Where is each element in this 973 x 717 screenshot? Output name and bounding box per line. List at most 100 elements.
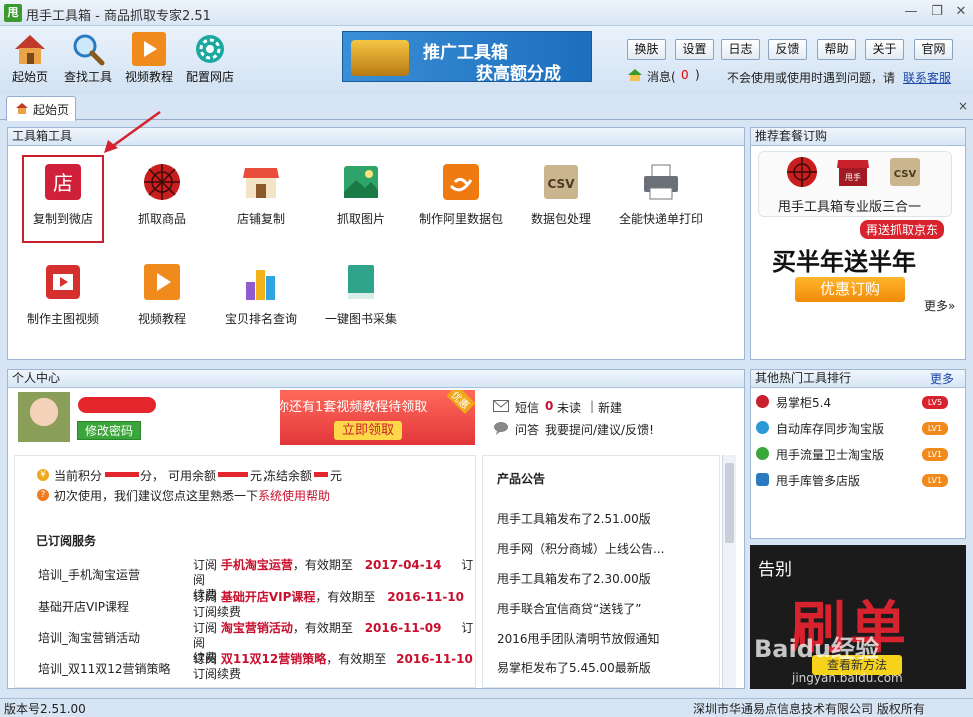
personal-panel-title: 个人中心 — [8, 370, 744, 388]
video-icon — [46, 265, 80, 299]
brush-order-ad[interactable]: 告别 刷单 查看新方法 Baidu经验 jingyan.baidu.com — [750, 545, 966, 689]
copyright-label: 深圳市华通易点信息技术有限公司 版权所有 — [693, 702, 925, 716]
free-tutorial-banner[interactable]: 你还有1套视频教程待领取 优惠 立即领取 — [280, 390, 475, 445]
warehouse-icon — [756, 473, 769, 486]
mail-icon — [493, 400, 509, 412]
toolbar-config-shop-button[interactable]: 配置网店 — [180, 30, 240, 90]
ask-question-link[interactable]: 我要提问/建议/反馈! — [545, 421, 654, 438]
hot-item-label[interactable]: 甩手库管多店版 — [776, 472, 860, 489]
subscribe-renew-link[interactable]: 订阅续费 — [193, 667, 241, 681]
help-button[interactable]: 帮助 — [817, 39, 856, 60]
toolbar-video-button[interactable]: 视频教程 — [119, 30, 179, 90]
service-name: 培训_双11双12营销策略 — [38, 662, 171, 676]
discount-order-button[interactable]: 优惠订购 — [795, 277, 905, 302]
easy-shop-icon — [756, 395, 769, 408]
qa-label[interactable]: 问答 — [515, 421, 539, 438]
banner-text: 你还有1套视频教程待领取 — [280, 400, 428, 415]
skin-button[interactable]: 换肤 — [627, 39, 666, 60]
log-button[interactable]: 日志 — [721, 39, 760, 60]
hot-item-label[interactable]: 自动库存同步淘宝版 — [776, 420, 884, 437]
version-label: 版本号2.51.00 — [4, 702, 86, 716]
play-icon — [144, 264, 180, 300]
tool-grab-products[interactable]: 抓取商品 — [112, 162, 212, 252]
red-arrow-annotation — [104, 110, 161, 153]
yen-icon: ¥ — [37, 469, 49, 481]
toolbar-home-button[interactable]: 起始页 — [0, 30, 60, 90]
service-row: 订阅 基础开店VIP课程，有效期至 2016-11-10 订阅续费 — [193, 590, 475, 620]
restore-icon[interactable]: ❐ — [926, 3, 948, 21]
subscribe-link[interactable]: 订阅 — [193, 558, 217, 572]
scrollbar-thumb[interactable] — [725, 463, 734, 543]
website-button[interactable]: 官网 — [914, 39, 953, 60]
frozen-unit: 元 — [330, 469, 343, 483]
tool-book-collect[interactable]: 一键图书采集 — [311, 262, 411, 352]
settings-button[interactable]: 设置 — [675, 39, 714, 60]
sync-icon — [756, 421, 769, 434]
balance-label: 可用余额 — [168, 469, 217, 483]
notice-item[interactable]: 甩手工具箱发布了2.30.00版 — [497, 570, 651, 587]
tool-grab-pictures[interactable]: 抓取图片 — [311, 162, 411, 252]
recommend-panel-title: 推荐套餐订购 — [751, 128, 965, 146]
notice-item[interactable]: 易掌柜发布了5.45.00最新版 — [497, 659, 651, 676]
message-label[interactable]: 消息( — [647, 68, 676, 85]
traffic-guard-icon — [756, 447, 769, 460]
username-redacted — [78, 397, 156, 413]
points-redacted — [105, 472, 139, 477]
about-button[interactable]: 关于 — [865, 39, 904, 60]
contact-support-link[interactable]: 联系客服 — [903, 69, 951, 86]
feedback-button[interactable]: 反馈 — [768, 39, 807, 60]
tool-express-print[interactable]: 全能快递单打印 — [611, 162, 711, 252]
message-home-icon — [628, 69, 642, 81]
balance-redacted — [218, 472, 248, 477]
subscribe-link[interactable]: 订阅 — [193, 590, 217, 604]
tool-store-copy[interactable]: 店铺复制 — [211, 162, 311, 252]
tool-video-tutorial[interactable]: 视频教程 — [112, 262, 212, 352]
service-product[interactable]: 基础开店VIP课程 — [221, 590, 316, 604]
service-product[interactable]: 双11双12营销策略 — [221, 652, 326, 666]
hot-more-link[interactable]: 更多 — [930, 370, 954, 387]
hot-item-label[interactable]: 易掌柜5.4 — [776, 394, 831, 411]
expire-date: 2017-04-14 — [364, 558, 442, 572]
subscribe-link[interactable]: 订阅 — [193, 621, 217, 635]
tab-close-icon[interactable]: × — [958, 99, 968, 113]
hot-item-label[interactable]: 甩手流量卫士淘宝版 — [776, 446, 884, 463]
personal-scrollbar[interactable] — [722, 455, 736, 688]
minimize-icon[interactable]: — — [900, 3, 922, 21]
sms-new-link[interactable]: 新建 — [598, 399, 622, 416]
tab-home[interactable]: 起始页 — [6, 96, 76, 121]
service-product[interactable]: 淘宝营销活动 — [221, 621, 293, 635]
magnifier-icon — [73, 34, 105, 66]
tool-main-image-video[interactable]: 制作主图视频 — [13, 262, 113, 352]
toolbar-find-tools-button[interactable]: 查找工具 — [58, 30, 118, 90]
sms-count: 0 — [545, 399, 554, 413]
tool-make-ali-package[interactable]: 制作阿里数据包 — [411, 162, 511, 252]
notice-item[interactable]: 甩手工具箱发布了2.51.00版 — [497, 510, 651, 527]
sms-unread[interactable]: 未读 — [557, 399, 581, 416]
svg-text:甩手: 甩手 — [845, 172, 861, 182]
app-logo-icon: 甩 — [4, 4, 22, 22]
system-help-link[interactable]: 系统使用帮助 — [258, 487, 330, 504]
question-icon: ? — [37, 489, 49, 501]
sms-label[interactable]: 短信 — [515, 399, 539, 416]
subscribe-renew-link[interactable]: 订阅续费 — [193, 605, 241, 619]
subscribe-link[interactable]: 订阅 — [193, 652, 217, 666]
expire-date: 2016-11-10 — [387, 590, 465, 604]
half-year-headline: 买半年送半年 — [772, 248, 916, 276]
gear-icon — [196, 35, 224, 63]
tool-package-process[interactable]: CSV 数据包处理 — [511, 162, 611, 252]
notice-item[interactable]: 甩手网（积分商城）上线公告... — [497, 540, 664, 557]
valid-until-label: ，有效期至 — [292, 621, 353, 635]
service-product[interactable]: 手机淘宝运营 — [221, 558, 293, 572]
csv-icon: CSV — [544, 165, 578, 199]
change-password-button[interactable]: 修改密码 — [77, 421, 141, 440]
close-icon[interactable]: ✕ — [950, 3, 972, 21]
message-count: 0 — [681, 68, 689, 82]
first-use-text: 初次使用，我们建议您点这里熟悉一下 — [54, 489, 259, 503]
notice-item[interactable]: 甩手联合宜信商贷“送钱了” — [497, 600, 641, 617]
picture-icon — [344, 166, 378, 198]
recommend-more-link[interactable]: 更多» — [924, 297, 955, 314]
claim-now-button[interactable]: 立即领取 — [334, 421, 402, 440]
notice-item[interactable]: 2016甩手团队清明节放假通知 — [497, 630, 660, 647]
promo-banner[interactable]: 推广工具箱 获高额分成 — [342, 31, 592, 84]
tool-ranking-query[interactable]: 宝贝排名查询 — [211, 262, 311, 352]
